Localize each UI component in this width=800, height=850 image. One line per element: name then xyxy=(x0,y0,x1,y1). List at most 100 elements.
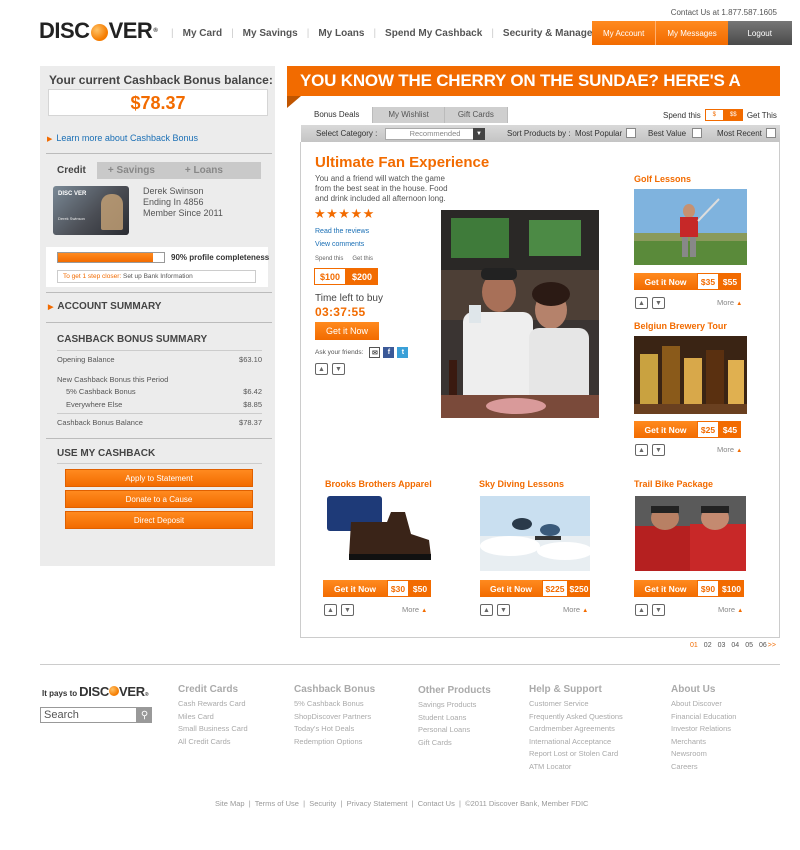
footer-link[interactable]: All Credit Cards xyxy=(178,736,248,749)
thumbs-up-icon[interactable]: ▲ xyxy=(315,363,328,375)
thumbs-down-icon[interactable]: ▼ xyxy=(341,604,354,616)
account-summary-toggle[interactable]: ▶ ACCOUNT SUMMARY xyxy=(48,301,161,312)
footer-link[interactable]: Financial Education xyxy=(671,711,736,724)
deal-title[interactable]: Sky Diving Lessons xyxy=(479,479,564,489)
spend-low-toggle[interactable]: $ xyxy=(704,109,724,121)
my-account-button[interactable]: My Account xyxy=(592,21,656,45)
footer-link[interactable]: Cardmember Agreements xyxy=(529,723,623,736)
nav-my-card[interactable]: My Card xyxy=(183,28,222,39)
featured-deal-title[interactable]: Ultimate Fan Experience xyxy=(315,154,489,171)
get-it-now-button[interactable]: Get it Now xyxy=(634,421,697,438)
deal-title[interactable]: Brooks Brothers Apparel xyxy=(325,479,432,489)
email-icon[interactable]: ✉ xyxy=(369,347,381,358)
footer-link[interactable]: Report Lost or Stolen Card xyxy=(529,748,623,761)
tab-bonus-deals[interactable]: Bonus Deals xyxy=(301,107,374,123)
search-input[interactable]: Search xyxy=(40,707,137,723)
sort-most-recent-checkbox[interactable] xyxy=(766,128,776,138)
featured-get-it-now-button[interactable]: Get it Now xyxy=(315,322,379,340)
deal-title[interactable]: Trail Bike Package xyxy=(634,479,713,489)
chevron-down-icon[interactable]: ▼ xyxy=(473,128,485,140)
footer-link[interactable]: ShopDiscover Partners xyxy=(294,711,375,724)
thumbs-up-icon[interactable]: ▲ xyxy=(635,444,648,456)
thumbs-down-icon[interactable]: ▼ xyxy=(652,604,665,616)
tab-credit[interactable]: Credit xyxy=(46,162,97,179)
tab-gift-cards[interactable]: Gift Cards xyxy=(444,107,508,123)
balance-title: Your current Cashback Bonus balance: xyxy=(49,73,273,87)
nav-my-savings[interactable]: My Savings xyxy=(243,28,298,39)
thumbs-up-icon[interactable]: ▲ xyxy=(324,604,337,616)
footer-link[interactable]: Investor Relations xyxy=(671,723,736,736)
page-link[interactable]: 06 xyxy=(759,642,767,649)
more-link[interactable]: More ▲ xyxy=(717,298,742,307)
footer-link[interactable]: Gift Cards xyxy=(418,737,491,750)
thumbs-up-icon[interactable]: ▲ xyxy=(480,604,493,616)
footer-link[interactable]: Redemption Options xyxy=(294,736,375,749)
footer-brand-b: VER xyxy=(118,684,145,699)
thumbs-down-icon[interactable]: ▼ xyxy=(652,444,665,456)
donate-button[interactable]: Donate to a Cause xyxy=(65,490,253,508)
legal-links[interactable]: Site Map | Terms of Use | Security | Pri… xyxy=(215,799,588,808)
more-link[interactable]: More ▲ xyxy=(563,605,588,614)
nav-spend-cashback[interactable]: Spend My Cashback xyxy=(385,28,482,39)
page-link[interactable]: 05 xyxy=(745,642,753,649)
footer-link[interactable]: Small Business Card xyxy=(178,723,248,736)
footer-link[interactable]: ATM Locator xyxy=(529,761,623,774)
next-step-box[interactable]: To get 1 step closer: Set up Bank Inform… xyxy=(57,270,256,283)
get-it-now-button[interactable]: Get it Now xyxy=(323,580,387,597)
footer-link[interactable]: Customer Service xyxy=(529,698,623,711)
tab-my-wishlist[interactable]: My Wishlist xyxy=(373,107,445,123)
footer-link[interactable]: Merchants xyxy=(671,736,736,749)
read-reviews-link[interactable]: Read the reviews xyxy=(315,228,369,235)
footer-link[interactable]: Careers xyxy=(671,761,736,774)
page-link[interactable]: 01 xyxy=(690,642,698,649)
page-link[interactable]: 02 xyxy=(704,642,712,649)
my-messages-button[interactable]: My Messages xyxy=(655,21,728,45)
more-link[interactable]: More ▲ xyxy=(402,605,427,614)
facebook-icon[interactable]: f xyxy=(383,347,395,358)
thumbs-down-icon[interactable]: ▼ xyxy=(652,297,665,309)
direct-deposit-button[interactable]: Direct Deposit xyxy=(65,511,253,529)
thumbs-up-icon[interactable]: ▲ xyxy=(635,604,648,616)
page-link[interactable]: 04 xyxy=(731,642,739,649)
sort-most-popular-checkbox[interactable] xyxy=(626,128,636,138)
thumbs-up-icon[interactable]: ▲ xyxy=(635,297,648,309)
footer-link[interactable]: Personal Loans xyxy=(418,724,491,737)
thumbs-down-icon[interactable]: ▼ xyxy=(497,604,510,616)
footer-link[interactable]: Frequently Asked Questions xyxy=(529,711,623,724)
next-page-link[interactable]: >> xyxy=(768,642,776,649)
nav-my-loans[interactable]: My Loans xyxy=(318,28,364,39)
deal-title[interactable]: Golf Lessons xyxy=(634,174,691,184)
category-select[interactable]: Recommended xyxy=(385,128,485,140)
get-it-now-button[interactable]: Get it Now xyxy=(634,580,697,597)
tab-savings[interactable]: + Savings xyxy=(96,162,174,179)
deal-title[interactable]: Belgiun Brewery Tour xyxy=(634,321,727,331)
apply-to-statement-button[interactable]: Apply to Statement xyxy=(65,469,253,487)
footer-link[interactable]: Today's Hot Deals xyxy=(294,723,375,736)
footer-link[interactable]: Miles Card xyxy=(178,711,248,724)
spend-high-toggle[interactable]: $$ xyxy=(723,109,743,121)
search-icon[interactable]: ⚲ xyxy=(137,707,152,723)
divider xyxy=(46,153,272,154)
learn-more-link[interactable]: ▶ Learn more about Cashback Bonus xyxy=(47,133,198,143)
sort-best-value-checkbox[interactable] xyxy=(692,128,702,138)
get-it-now-button[interactable]: Get it Now xyxy=(480,580,542,597)
more-link[interactable]: More ▲ xyxy=(718,605,743,614)
footer-link[interactable]: International Acceptance xyxy=(529,736,623,749)
thumbs-down-icon[interactable]: ▼ xyxy=(332,363,345,375)
footer-link[interactable]: Newsroom xyxy=(671,748,736,761)
more-link[interactable]: More ▲ xyxy=(717,445,742,454)
footer-link[interactable]: Cash Rewards Card xyxy=(178,698,248,711)
deal-spend: $35 xyxy=(697,273,719,290)
get-it-now-button[interactable]: Get it Now xyxy=(634,273,697,290)
logout-button[interactable]: Logout xyxy=(727,21,792,45)
footer-link[interactable]: Savings Products xyxy=(418,699,491,712)
discover-logo[interactable]: DISC VER ® xyxy=(39,18,158,44)
view-comments-link[interactable]: View comments xyxy=(315,241,364,248)
arrow-right-icon: ▶ xyxy=(47,136,53,143)
footer-link[interactable]: Student Loans xyxy=(418,712,491,725)
footer-link[interactable]: 5% Cashback Bonus xyxy=(294,698,375,711)
page-link[interactable]: 03 xyxy=(718,642,726,649)
twitter-icon[interactable]: t xyxy=(397,347,409,358)
tab-loans[interactable]: + Loans xyxy=(173,162,261,179)
footer-link[interactable]: About Discover xyxy=(671,698,736,711)
